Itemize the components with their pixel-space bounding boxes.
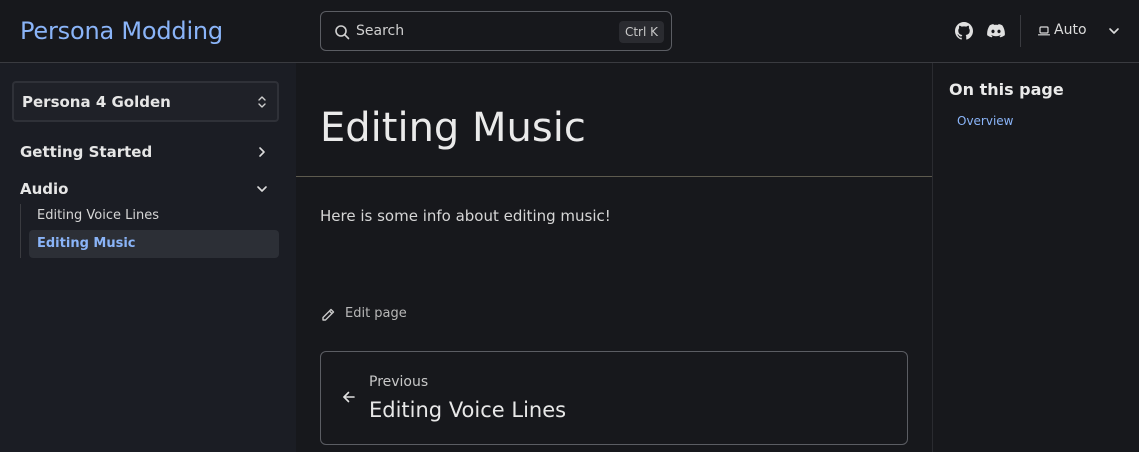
edit-page-label: Edit page (345, 306, 407, 321)
previous-page-link[interactable]: Previous Editing Voice Lines (320, 351, 908, 445)
chevron-down-icon (257, 186, 267, 192)
sidebar-group-label: Getting Started (20, 143, 153, 161)
pencil-icon (322, 308, 335, 321)
toc-heading: On this page (949, 80, 1064, 99)
top-header: Persona Modding Search Ctrl K Auto (0, 0, 1139, 63)
table-of-contents: On this page Overview (933, 63, 1139, 452)
chevron-down-icon (1109, 28, 1119, 34)
chevron-right-icon (259, 147, 265, 157)
sidebar-group-getting-started[interactable]: Getting Started (20, 142, 280, 164)
theme-select[interactable]: Auto (1038, 22, 1128, 40)
search-button[interactable]: Search Ctrl K (320, 11, 672, 51)
laptop-icon (1038, 26, 1050, 36)
sidebar-item-editing-music[interactable]: Editing Music (29, 230, 279, 258)
body-paragraph: Here is some info about editing music! (320, 207, 611, 225)
sidebar-group-audio[interactable]: Audio (20, 179, 280, 201)
pager-target-title: Editing Voice Lines (369, 398, 567, 422)
search-shortcut: Ctrl K (618, 21, 664, 43)
search-placeholder: Search (356, 23, 405, 39)
search-icon (335, 25, 350, 40)
discord-icon[interactable] (987, 22, 1005, 40)
main-content: Editing Music Here is some info about ed… (296, 63, 933, 452)
sidebar: Persona 4 Golden Getting Started Audio E… (0, 63, 296, 452)
title-divider (296, 176, 932, 177)
site-title[interactable]: Persona Modding (20, 17, 223, 45)
arrow-left-icon (343, 391, 355, 403)
game-select[interactable]: Persona 4 Golden (12, 81, 279, 122)
github-icon[interactable] (955, 22, 973, 40)
toc-item-overview[interactable]: Overview (957, 114, 1014, 128)
theme-label: Auto (1054, 22, 1087, 38)
sidebar-group-label: Audio (20, 180, 69, 198)
header-divider (1020, 15, 1021, 47)
updown-chevron-icon (258, 96, 266, 108)
page-title: Editing Music (320, 105, 586, 151)
sidebar-subtree-line (20, 204, 21, 258)
pager-kicker: Previous (369, 374, 429, 390)
game-select-label: Persona 4 Golden (22, 93, 171, 111)
sidebar-item-editing-voice-lines[interactable]: Editing Voice Lines (29, 202, 279, 230)
